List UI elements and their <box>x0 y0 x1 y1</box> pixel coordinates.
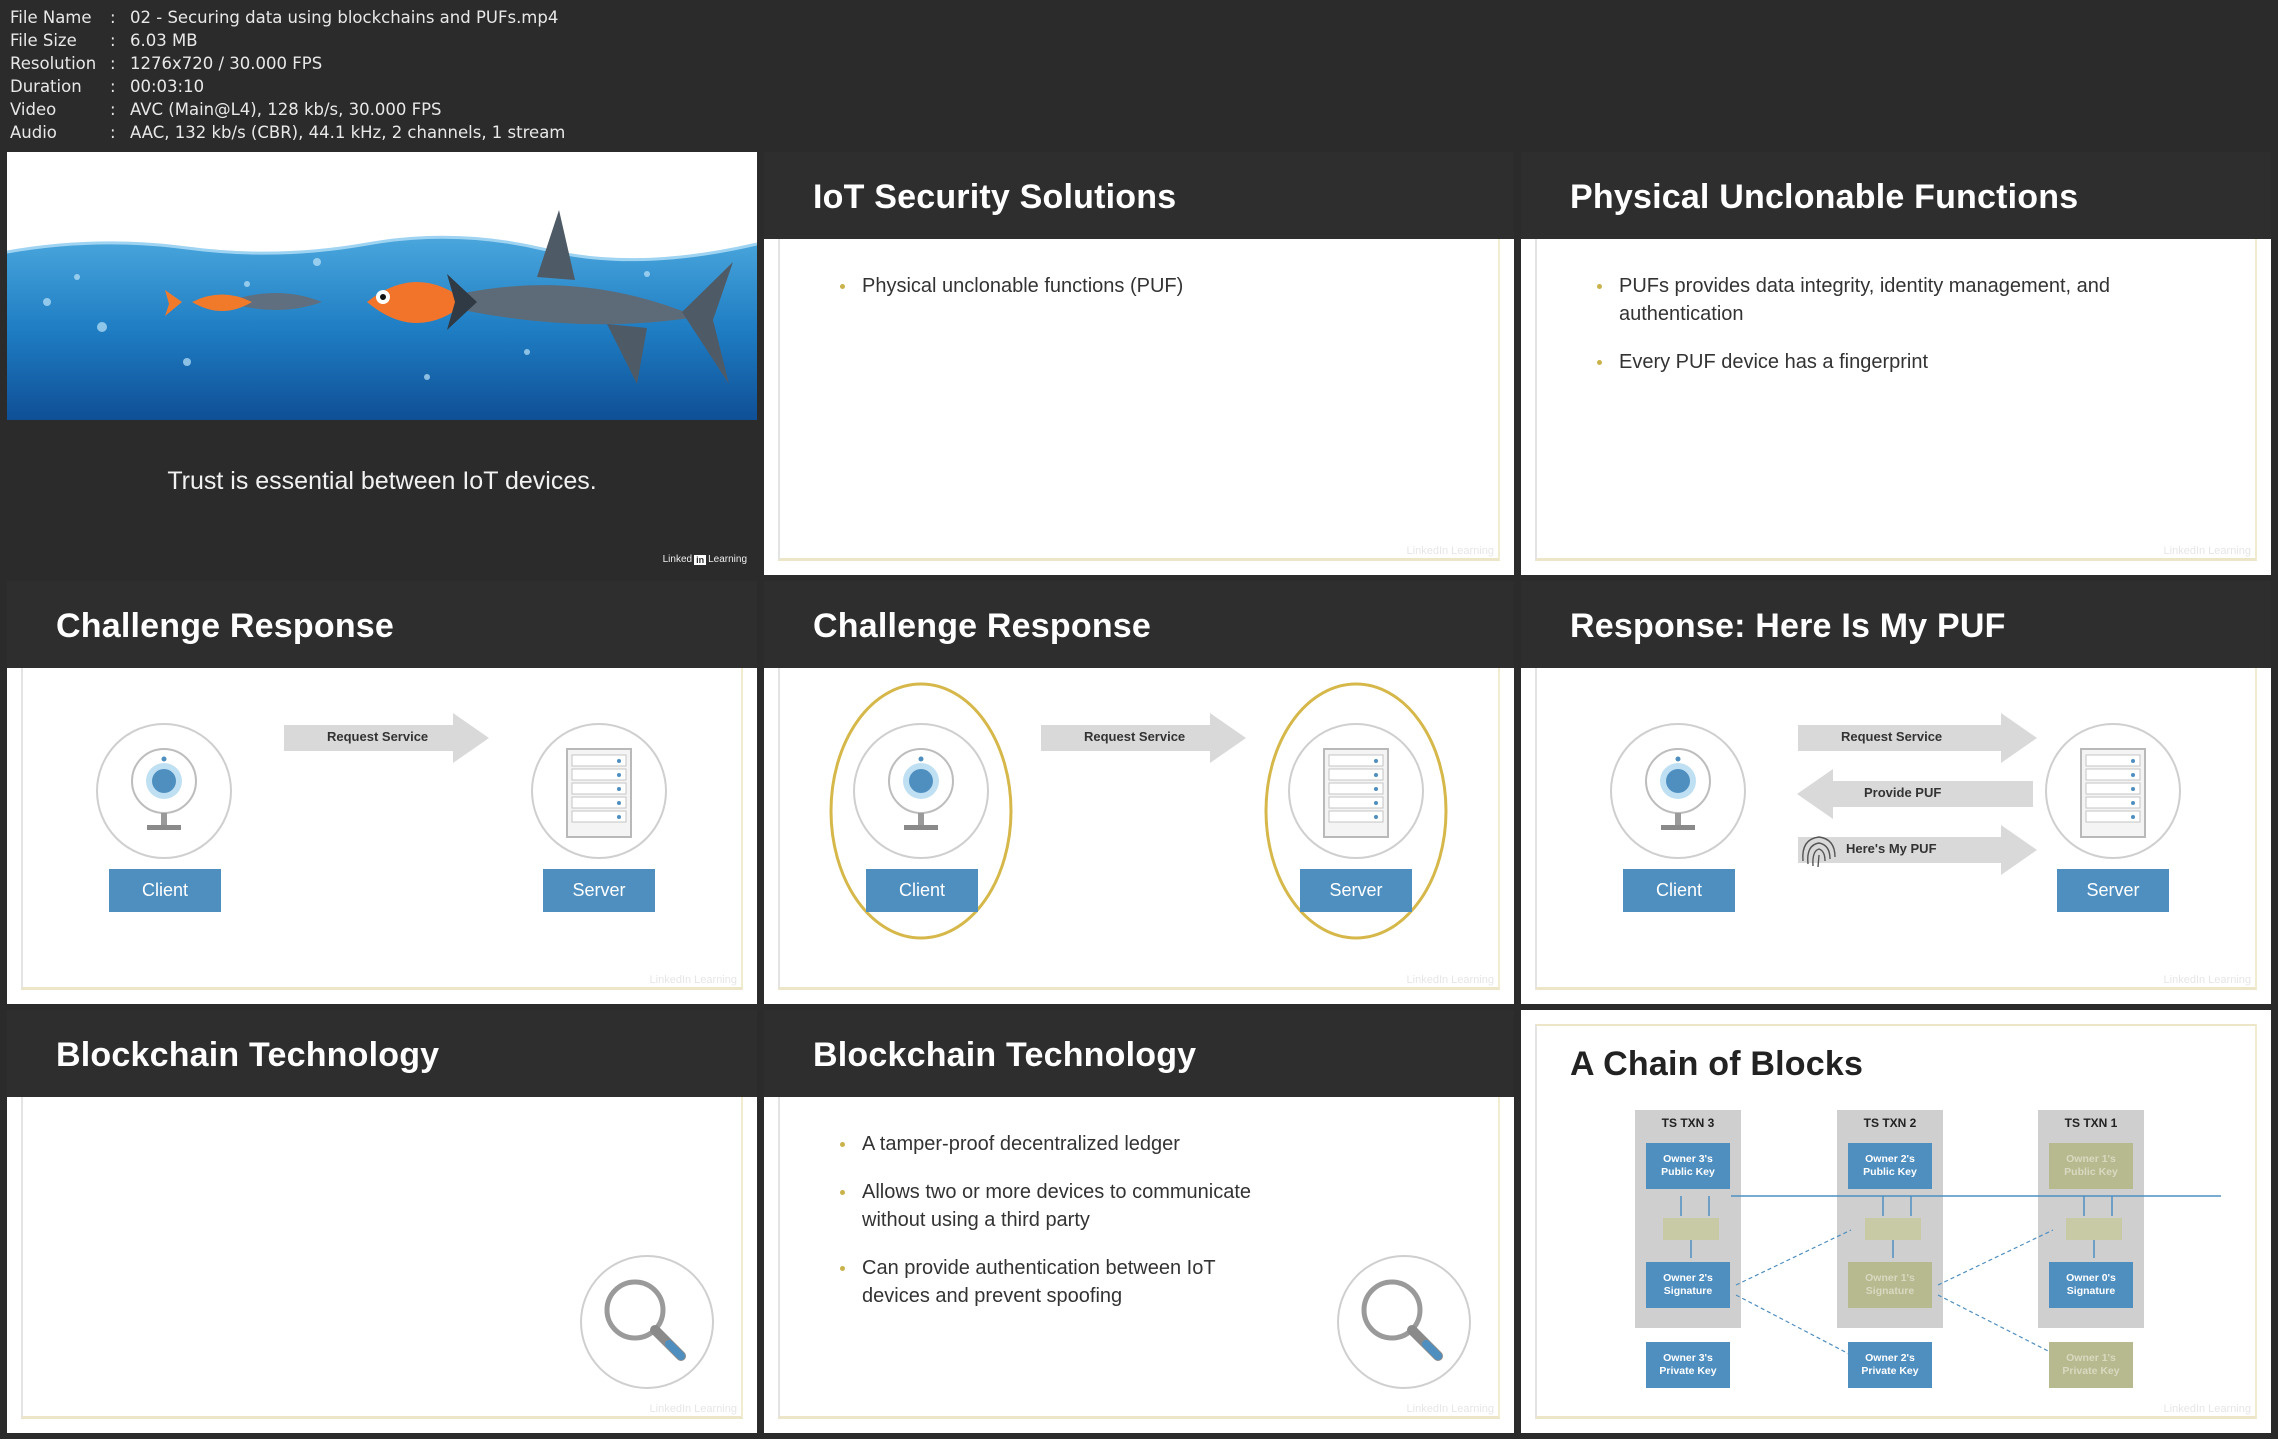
thumbnail-8[interactable]: Blockchain Technology A tamper-proof dec… <box>764 1010 1514 1433</box>
file-info-value: 00:03:10 <box>130 77 205 96</box>
bullet-list: Physical unclonable functions (PUF) <box>840 272 1183 320</box>
file-info-value: AVC (Main@L4), 128 kb/s, 30.000 FPS <box>130 100 442 119</box>
watermark: LinkedIn Learning <box>2163 545 2251 557</box>
bullet-list: A tamper-proof decentralized ledger Allo… <box>840 1130 1260 1330</box>
file-info-separator: : <box>110 123 116 142</box>
request-service-label: Request Service <box>1084 729 1186 744</box>
file-info-value: 02 - Securing data using blockchains and… <box>130 8 559 27</box>
request-service-label: Request Service <box>327 729 429 744</box>
challenge-diagram <box>96 713 667 859</box>
watermark: LinkedIn Learning <box>1406 1403 1494 1415</box>
private-key-cell: Owner 3's Private Key <box>1646 1342 1730 1388</box>
bullet-item: Can provide authentication between IoT d… <box>840 1254 1260 1310</box>
file-info-key: File Name <box>10 8 92 27</box>
client-label: Client <box>866 869 978 912</box>
file-info: File Name:02 - Securing data using block… <box>10 6 565 144</box>
provide-puf-label: Provide PUF <box>1864 785 1942 800</box>
linkedin-learning-logo: Linked in Learning <box>663 554 747 565</box>
file-info-value: AAC, 132 kb/s (CBR), 44.1 kHz, 2 channel… <box>130 123 566 142</box>
bullet-list: PUFs provides data integrity, identity m… <box>1597 272 2157 396</box>
server-icon <box>1288 723 1424 859</box>
logo-text: Linked <box>662 554 693 565</box>
file-info-key: Resolution <box>10 54 97 73</box>
bullet-item: Allows two or more devices to communicat… <box>840 1178 1260 1234</box>
file-info-separator: : <box>110 77 116 96</box>
file-info-row: File Size:6.03 MB <box>10 29 565 52</box>
bullet-item: Every PUF device has a fingerprint <box>1597 348 2157 376</box>
file-info-row: Duration:00:03:10 <box>10 75 565 98</box>
heres-my-puf-label: Here's My PUF <box>1846 841 1937 856</box>
public-key-cell: Owner 3's Public Key <box>1646 1143 1730 1189</box>
server-label: Server <box>1300 869 1412 912</box>
file-info-row: File Name:02 - Securing data using block… <box>10 6 565 29</box>
watermark: LinkedIn Learning <box>649 1403 737 1415</box>
public-key-cell: Owner 1's Public Key <box>2049 1143 2133 1189</box>
thumbnail-5[interactable]: Challenge Response Request Service Clien… <box>764 581 1514 1004</box>
file-info-key: Audio <box>10 123 57 142</box>
file-info-value: 1276x720 / 30.000 FPS <box>130 54 323 73</box>
bullet-item: PUFs provides data integrity, identity m… <box>1597 272 2157 328</box>
client-label: Client <box>1623 869 1735 912</box>
public-key-cell: Owner 2's Public Key <box>1848 1143 1932 1189</box>
logo-in-mark: in <box>694 554 707 565</box>
watermark: LinkedIn Learning <box>649 974 737 986</box>
server-label: Server <box>2057 869 2169 912</box>
signature-cell: Owner 0's Signature <box>2049 1262 2133 1308</box>
file-info-separator: : <box>110 8 116 27</box>
thumbnail-9[interactable]: A Chain of Blocks TS TXN 3 TS TXN 2 TS T… <box>1521 1010 2271 1433</box>
magnifier-icon <box>1337 1255 1471 1389</box>
bullet-item: Physical unclonable functions (PUF) <box>840 272 1183 300</box>
challenge-diagram-highlighted <box>829 682 1448 940</box>
thumbnail-2[interactable]: IoT Security Solutions Physical unclonab… <box>764 152 1514 575</box>
request-service-label: Request Service <box>1841 729 1943 744</box>
caption-text: Trust is essential between IoT devices. <box>167 467 597 495</box>
thumbnail-7[interactable]: Blockchain Technology LinkedIn Learning <box>7 1010 757 1433</box>
webcam-icon <box>96 723 232 859</box>
server-label: Server <box>543 869 655 912</box>
caption-area: Trust is essential between IoT devices. … <box>7 420 757 575</box>
file-info-row: Audio: AAC, 132 kb/s (CBR), 44.1 kHz, 2 c… <box>10 121 565 144</box>
thumbnail-6[interactable]: Response: Here Is My PUF Request Service… <box>1521 581 2271 1004</box>
thumbnail-1[interactable]: Trust is essential between IoT devices. … <box>7 152 757 575</box>
slide-title: Blockchain Technology <box>56 1036 440 1074</box>
file-info-key: File Size <box>10 31 77 50</box>
shark-fish-photo <box>7 152 757 420</box>
file-info-row: Video: AVC (Main@L4), 128 kb/s, 30.000 FP… <box>10 98 565 121</box>
webcam-icon <box>1610 723 1746 859</box>
file-info-separator: : <box>110 31 116 50</box>
server-icon <box>531 723 667 859</box>
logo-text: Learning <box>708 554 747 565</box>
bullet-item: A tamper-proof decentralized ledger <box>840 1130 1260 1158</box>
file-info-key: Video <box>10 100 57 119</box>
file-info-row: Resolution:1276x720 / 30.000 FPS <box>10 52 565 75</box>
signature-cell: Owner 2's Signature <box>1646 1262 1730 1308</box>
slide-title: IoT Security Solutions <box>813 178 1177 216</box>
private-key-cell: Owner 2's Private Key <box>1848 1342 1932 1388</box>
private-key-cell: Owner 1's Private Key <box>2049 1342 2133 1388</box>
thumbnail-4[interactable]: Challenge Response Request Service Clien… <box>7 581 757 1004</box>
file-info-value: 6.03 MB <box>130 31 198 50</box>
signature-cell: Owner 1's Signature <box>1848 1262 1932 1308</box>
slide-title: Physical Unclonable Functions <box>1570 178 2079 216</box>
watermark: LinkedIn Learning <box>1406 974 1494 986</box>
file-info-separator: : <box>110 54 116 73</box>
watermark: LinkedIn Learning <box>2163 974 2251 986</box>
client-label: Client <box>109 869 221 912</box>
file-info-separator: : <box>110 100 116 119</box>
slide-title: Blockchain Technology <box>813 1036 1197 1074</box>
watermark: LinkedIn Learning <box>2163 1403 2251 1415</box>
server-icon <box>2045 723 2181 859</box>
webcam-icon <box>853 723 989 859</box>
watermark: LinkedIn Learning <box>1406 545 1494 557</box>
file-info-key: Duration <box>10 77 82 96</box>
magnifier-icon <box>580 1255 714 1389</box>
thumbnail-3[interactable]: Physical Unclonable Functions PUFs provi… <box>1521 152 2271 575</box>
water-illustration <box>7 152 757 420</box>
